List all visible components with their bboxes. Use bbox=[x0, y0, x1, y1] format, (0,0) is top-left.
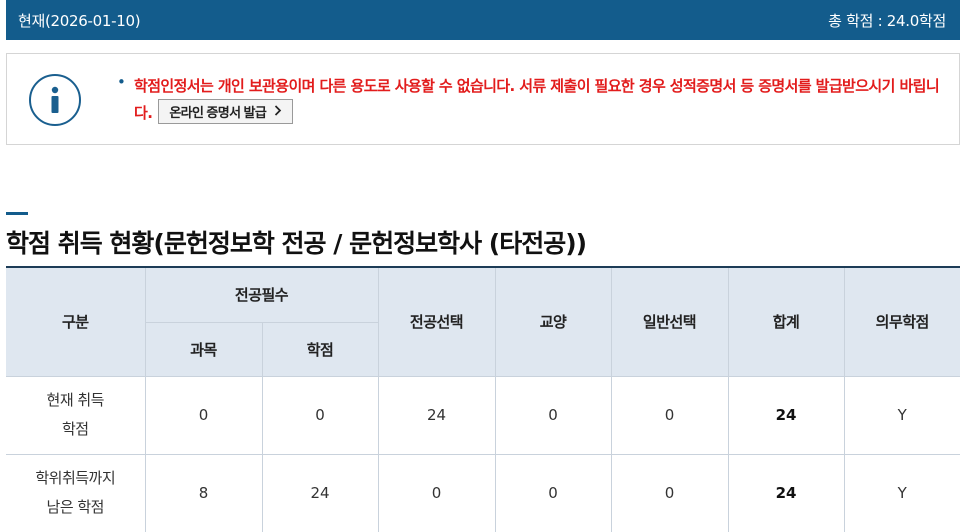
cell-credits: 24 bbox=[261, 453, 379, 532]
cell-major-elective: 24 bbox=[377, 375, 496, 455]
header-major-elective: 전공선택 bbox=[377, 266, 496, 377]
row-label: 현재 취득 학점 bbox=[6, 375, 146, 455]
cell-liberal-arts: 0 bbox=[494, 375, 612, 455]
credit-status-table: 구분 전공필수 전공선택 교양 일반선택 합계 의무학점 과목 학점 현재 취득… bbox=[6, 266, 961, 532]
cell-total: 24 bbox=[727, 375, 845, 455]
header-major-required: 전공필수 bbox=[144, 266, 379, 323]
section-title: 학점 취득 현황(문헌정보학 전공 / 문헌정보학사 (타전공)) bbox=[6, 229, 587, 258]
header-general-elective: 일반선택 bbox=[610, 266, 729, 377]
table-header-row: 구분 전공필수 전공선택 교양 일반선택 합계 의무학점 bbox=[6, 266, 961, 377]
status-header-bar: 현재(2026-01-10) 총 학점 : 24.0학점 bbox=[6, 0, 960, 40]
header-category: 구분 bbox=[6, 266, 146, 377]
row-label-line1: 현재 취득 bbox=[46, 391, 105, 409]
row-label-line2: 학점 bbox=[61, 420, 89, 438]
cell-general-elective: 0 bbox=[610, 453, 729, 532]
cell-liberal-arts: 0 bbox=[494, 453, 612, 532]
info-icon bbox=[29, 74, 81, 126]
header-courses: 과목 bbox=[145, 321, 263, 377]
cell-courses: 8 bbox=[144, 453, 263, 532]
total-credits-label: 총 학점 : 24.0학점 bbox=[828, 11, 946, 30]
row-label: 학위취득까지 남은 학점 bbox=[6, 453, 146, 532]
section-title-accent bbox=[6, 212, 28, 215]
header-liberal-arts: 교양 bbox=[494, 266, 612, 377]
cell-mandatory: Y bbox=[843, 375, 961, 455]
notice-bullet: • bbox=[117, 73, 126, 91]
notice-message-block: 학점인정서는 개인 보관용이며 다른 용도로 사용할 수 없습니다. 서류 제출… bbox=[134, 73, 949, 127]
row-label-line1: 학위취득까지 bbox=[35, 469, 116, 487]
row-label-line2: 남은 학점 bbox=[46, 498, 105, 516]
notice-box: • 학점인정서는 개인 보관용이며 다른 용도로 사용할 수 없습니다. 서류 … bbox=[6, 53, 960, 145]
header-credits: 학점 bbox=[261, 321, 379, 377]
online-certificate-button-label: 온라인 증명서 발급 bbox=[169, 105, 267, 120]
cell-courses: 0 bbox=[144, 375, 263, 455]
chevron-right-icon bbox=[274, 104, 282, 119]
cell-major-elective: 0 bbox=[377, 453, 496, 532]
header-total: 합계 bbox=[727, 266, 845, 377]
cell-general-elective: 0 bbox=[610, 375, 729, 455]
cell-total: 24 bbox=[727, 453, 845, 532]
online-certificate-button[interactable]: 온라인 증명서 발급 bbox=[158, 99, 294, 124]
table-row: 현재 취득 학점 0 0 24 0 0 24 Y bbox=[6, 375, 961, 455]
current-date-label: 현재(2026-01-10) bbox=[18, 11, 141, 30]
header-mandatory-credits: 의무학점 bbox=[843, 266, 961, 377]
cell-mandatory: Y bbox=[843, 453, 961, 532]
cell-credits: 0 bbox=[261, 375, 379, 455]
table-row: 학위취득까지 남은 학점 8 24 0 0 0 24 Y bbox=[6, 453, 961, 532]
